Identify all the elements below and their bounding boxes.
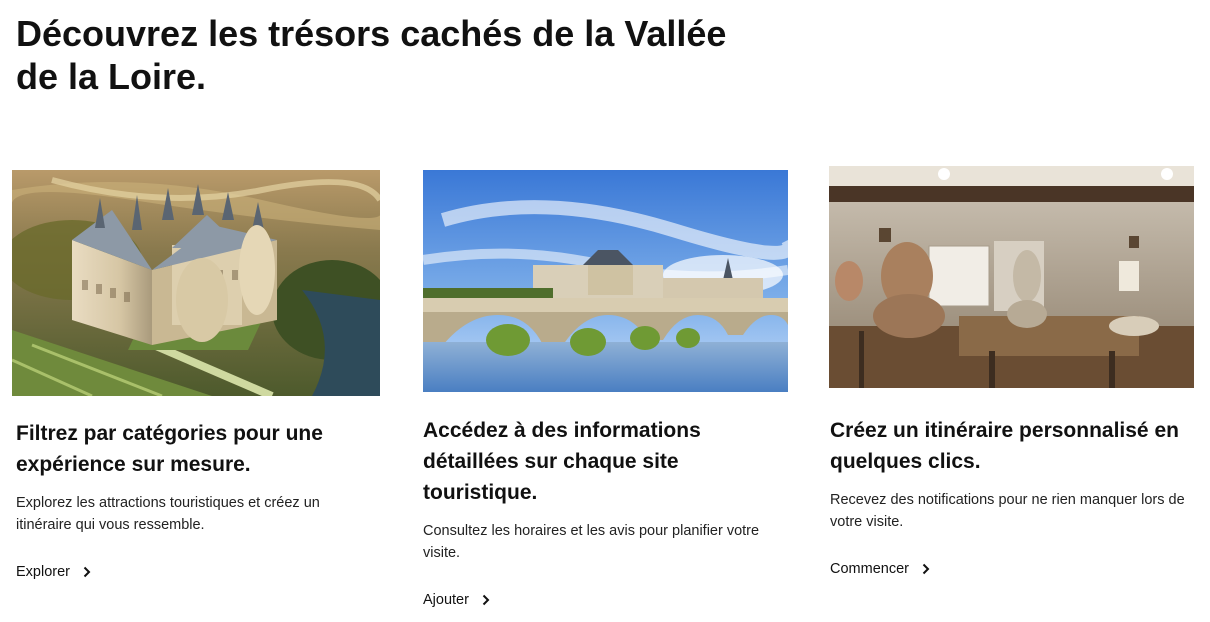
card-description: Recevez des notifications pour ne rien m… (830, 492, 1185, 530)
feature-card-filter: Filtrez par catégories pour une expérien… (12, 166, 380, 581)
commencer-link[interactable]: Commencer (830, 561, 931, 577)
card-image-atelier (829, 166, 1194, 388)
chevron-right-icon (482, 594, 490, 606)
card-title: Filtrez par catégories pour une expérien… (16, 422, 323, 476)
feature-card-itinerary: Créez un itinéraire personnalisé en quel… (829, 166, 1194, 578)
card-title: Créez un itinéraire personnalisé en quel… (830, 419, 1179, 473)
explorer-link[interactable]: Explorer (16, 564, 92, 580)
chevron-right-icon (83, 566, 91, 578)
link-label: Commencer (830, 561, 909, 577)
card-image-chambord (12, 170, 380, 396)
card-image-amboise (423, 170, 788, 392)
card-description: Consultez les horaires et les avis pour … (423, 523, 760, 561)
feature-card-info: Accédez à des informations détaillées su… (423, 166, 788, 609)
page-title: Découvrez les trésors cachés de la Vallé… (16, 13, 727, 97)
card-description: Explorez les attractions touristiques et… (16, 495, 320, 533)
link-label: Ajouter (423, 592, 469, 608)
ajouter-link[interactable]: Ajouter (423, 592, 491, 608)
link-label: Explorer (16, 564, 70, 580)
card-title: Accédez à des informations détaillées su… (423, 419, 701, 504)
chevron-right-icon (922, 563, 930, 575)
